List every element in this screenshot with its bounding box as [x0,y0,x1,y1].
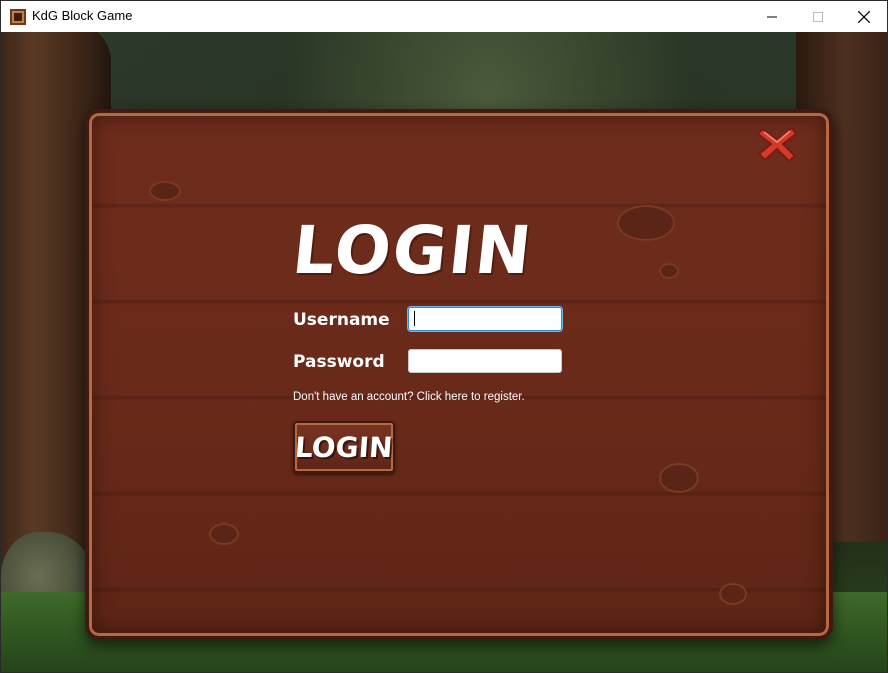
wood-knot [617,205,675,241]
login-heading: LOGIN [288,212,537,289]
wood-knot [659,263,679,279]
username-input[interactable] [408,307,562,331]
register-link[interactable]: Don't have an account? Click here to reg… [293,391,525,403]
minimize-button[interactable] [749,1,795,32]
wood-knot [719,583,747,605]
window-title: KdG Block Game [32,8,133,23]
text-caret [414,311,415,326]
close-sign-icon[interactable] [756,125,798,163]
app-icon [10,9,26,25]
username-label: Username [293,310,390,330]
title-bar[interactable]: KdG Block Game [1,1,887,32]
app-window: KdG Block Game LOGIN Username Password D… [0,0,888,673]
game-scene: LOGIN Username Password Don't have an ac… [1,32,887,672]
wood-knot [659,463,699,493]
maximize-icon [813,11,823,22]
password-input[interactable] [408,349,562,373]
minimize-icon [767,16,777,17]
wood-knot [209,523,239,545]
wood-knot [149,181,181,201]
login-button-label: LOGIN [294,430,394,464]
password-label: Password [293,352,385,372]
maximize-button[interactable] [795,1,841,32]
wooden-sign-panel [85,109,833,640]
login-button[interactable]: LOGIN [293,421,395,473]
close-window-button[interactable] [841,1,887,32]
close-icon [858,10,870,23]
